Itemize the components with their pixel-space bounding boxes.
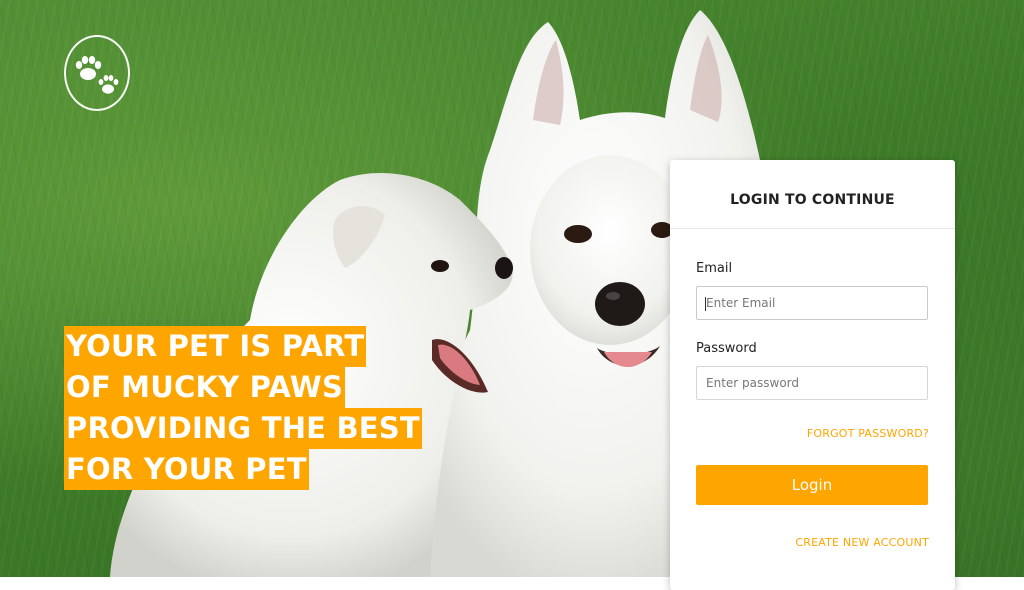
login-button[interactable]: Login	[696, 465, 928, 505]
headline-line: FOR YOUR PET	[64, 449, 309, 490]
paw-prints-icon	[75, 56, 119, 94]
brand-logo[interactable]	[64, 35, 130, 111]
email-field[interactable]	[696, 286, 928, 320]
forgot-password-link[interactable]: FORGOT PASSWORD?	[807, 427, 929, 440]
password-label: Password	[696, 341, 757, 356]
hero-headline: YOUR PET IS PART OF MUCKY PAWS PROVIDING…	[64, 326, 422, 490]
headline-line: PROVIDING THE BEST	[64, 408, 422, 449]
create-account-link[interactable]: CREATE NEW ACCOUNT	[795, 536, 929, 549]
email-label: Email	[696, 261, 733, 276]
login-panel: LOGIN TO CONTINUE Email Password FORGOT …	[670, 160, 955, 590]
password-field[interactable]	[696, 366, 928, 400]
headline-line: YOUR PET IS PART	[64, 326, 367, 367]
login-title: LOGIN TO CONTINUE	[670, 160, 955, 229]
text-cursor	[705, 297, 706, 311]
headline-line: OF MUCKY PAWS	[64, 367, 346, 408]
